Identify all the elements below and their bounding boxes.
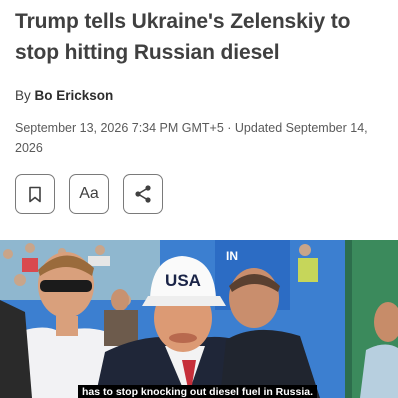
text-size-button[interactable]: Aa [69, 174, 109, 214]
bookmark-button[interactable] [15, 174, 55, 214]
author-link[interactable]: Bo Erickson [35, 88, 114, 103]
byline-prefix: By [15, 88, 31, 103]
article-page: Trump tells Ukraine's Zelenskiy to stop … [0, 0, 398, 398]
dateline: September 13, 2026 7:34 PM GMT+5 · Updat… [15, 121, 368, 155]
video-caption: has to stop knocking out diesel fuel in … [78, 385, 318, 398]
byline: By Bo Erickson [15, 88, 113, 103]
text-size-label: Aa [79, 185, 99, 202]
bookmark-icon [29, 186, 41, 202]
cap-text: USA [165, 271, 201, 290]
article-headline: Trump tells Ukraine's Zelenskiy to stop … [15, 10, 351, 64]
backdrop-text: IN [226, 249, 238, 263]
share-button[interactable] [123, 174, 163, 214]
hero-image[interactable]: IN USA has to stop knocking out diesel f… [0, 240, 398, 398]
share-icon [135, 185, 151, 203]
hero-photo: IN USA [0, 240, 398, 398]
